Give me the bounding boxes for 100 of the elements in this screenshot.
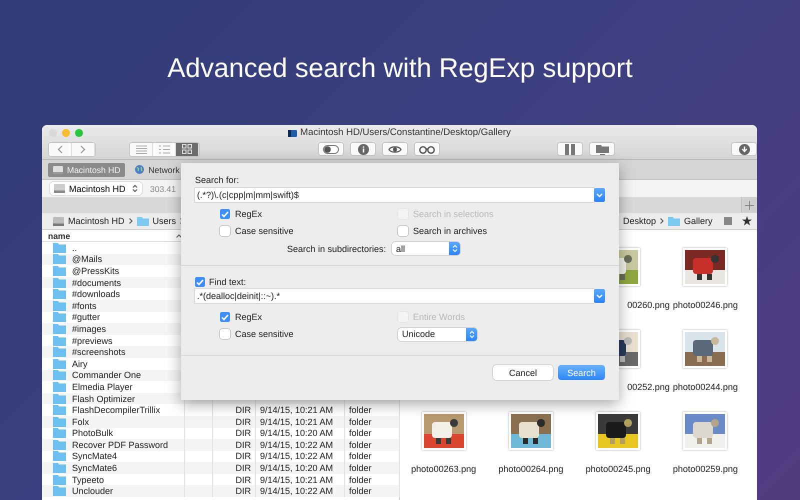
file-name[interactable]: Recover PDF Password <box>72 440 168 450</box>
encoding-dropdown[interactable]: Unicode <box>398 328 477 340</box>
option-label: RegEx <box>235 312 262 322</box>
file-name[interactable]: FlashDecompilerTrillix <box>72 405 160 416</box>
file-name[interactable]: Airy <box>72 358 88 369</box>
check-icon <box>196 278 204 286</box>
list-icon <box>136 144 146 154</box>
info-button[interactable] <box>350 142 376 156</box>
thumbnail[interactable] <box>683 330 728 368</box>
file-name[interactable]: Folx <box>72 416 90 427</box>
file-name[interactable]: 00252.png <box>627 382 670 392</box>
thumbnail[interactable] <box>683 248 728 286</box>
kind-cell: folder <box>349 463 372 474</box>
date-cell: 9/14/15, 10:21 AM <box>260 474 334 485</box>
file-name[interactable]: Commander One <box>72 370 142 380</box>
file-name[interactable]: SyncMate4 <box>72 451 118 462</box>
folder-button[interactable] <box>589 142 615 156</box>
date-cell: 9/14/15, 10:20 AM <box>260 463 334 474</box>
kind-cell: folder <box>349 451 372 462</box>
download-icon <box>738 144 750 154</box>
thumbnail[interactable] <box>683 412 728 450</box>
history-dropdown-button[interactable] <box>594 188 605 202</box>
search-label: Search for: <box>195 175 240 187</box>
date-cell: 9/14/15, 10:22 AM <box>260 440 334 450</box>
preview-button[interactable] <box>382 142 408 156</box>
file-name[interactable]: photo00246.png <box>672 300 738 310</box>
checkbox[interactable] <box>220 312 230 322</box>
file-name[interactable]: #images <box>72 324 106 334</box>
back-button[interactable] <box>49 142 72 156</box>
view-mode-button[interactable] <box>130 142 153 156</box>
view-mode-button[interactable] <box>176 142 199 156</box>
history-dropdown-button[interactable] <box>594 289 605 303</box>
check-icon <box>221 314 229 320</box>
path-segment[interactable]: Macintosh HD <box>68 216 125 226</box>
file-name[interactable]: photo00245.png <box>586 464 651 474</box>
file-name[interactable]: #previews <box>72 336 113 346</box>
globe-icon <box>135 165 144 174</box>
size-cell: DIR <box>236 416 251 427</box>
file-name[interactable]: Unclouder <box>72 486 114 496</box>
checkbox[interactable] <box>398 226 408 236</box>
file-name[interactable]: photo00259.png <box>672 464 738 474</box>
date-cell: 9/14/15, 10:22 AM <box>260 486 334 496</box>
panels-button[interactable] <box>557 142 583 156</box>
file-name[interactable]: #fonts <box>72 300 97 311</box>
square-icon <box>724 217 732 225</box>
checkbox[interactable] <box>195 277 205 287</box>
kind-cell: folder <box>349 428 372 438</box>
file-name[interactable]: photo00244.png <box>672 382 738 392</box>
file-name[interactable]: @PressKits <box>72 266 120 276</box>
file-name[interactable]: #documents <box>72 278 122 288</box>
size-cell: DIR <box>236 463 251 474</box>
file-name[interactable]: #gutter <box>72 312 100 322</box>
file-name[interactable]: photo00263.png <box>411 464 476 474</box>
headline: Advanced search with RegExp support <box>167 52 633 85</box>
path-segment[interactable]: Desktop <box>623 216 656 226</box>
drive-dropdown[interactable]: Macintosh HD <box>50 182 142 195</box>
star-icon[interactable] <box>742 216 752 226</box>
date-cell: 9/14/15, 10:20 AM <box>260 428 334 438</box>
toggle-button[interactable] <box>318 142 344 156</box>
path-segment[interactable]: Users <box>152 216 176 226</box>
subdirectories-dropdown[interactable]: all <box>392 242 460 255</box>
find-text-field[interactable]: .*(dealloc|deinit|::~).* <box>195 289 594 303</box>
file-name[interactable]: #downloads <box>72 289 120 300</box>
folder-icon <box>596 144 608 154</box>
file-name[interactable]: @Mails <box>72 254 102 264</box>
file-name[interactable]: PhotoBulk <box>72 428 114 438</box>
file-name[interactable]: .. <box>72 242 78 253</box>
thumbnail[interactable] <box>422 412 466 450</box>
file-name[interactable]: photo00264.png <box>498 464 564 474</box>
file-name[interactable]: Typeeto <box>72 474 104 485</box>
checkbox[interactable] <box>220 329 230 339</box>
updown-icon <box>132 184 138 193</box>
toggle-icon <box>323 144 339 154</box>
search-button[interactable] <box>414 142 440 156</box>
file-name[interactable]: SyncMate6 <box>72 463 118 474</box>
free-space: 303.41 <box>150 184 176 194</box>
chevron-down-icon <box>596 294 603 298</box>
view-mode-button[interactable] <box>153 142 176 156</box>
forward-button[interactable] <box>72 142 95 156</box>
file-name[interactable]: 00260.png <box>627 300 670 310</box>
checkbox[interactable] <box>220 226 230 236</box>
checkbox[interactable] <box>220 209 230 219</box>
column-header[interactable]: name <box>48 230 70 240</box>
file-name[interactable]: Flash Optimizer <box>72 394 136 404</box>
chevron-right-icon <box>128 218 133 224</box>
file-name[interactable]: Elmedia Player <box>72 382 133 392</box>
search-field[interactable]: (.*?)\.(c|cpp|m|mm|swift)$ <box>195 188 594 202</box>
option-label: Case sensitive <box>235 226 294 236</box>
thumbnail[interactable] <box>508 412 553 450</box>
download-button[interactable] <box>731 142 757 156</box>
path-segment[interactable]: Gallery <box>684 216 713 226</box>
cancel-button[interactable]: Cancel <box>493 365 553 380</box>
chevron-right-icon <box>80 144 86 154</box>
find-text-label: Find text: <box>209 277 246 287</box>
eye-icon <box>388 144 402 154</box>
thumbnail[interactable] <box>596 412 640 450</box>
updown-icon <box>452 244 458 253</box>
drive-icon <box>53 216 64 226</box>
file-name[interactable]: #screenshots <box>72 347 126 358</box>
zoom-button[interactable] <box>75 128 83 136</box>
